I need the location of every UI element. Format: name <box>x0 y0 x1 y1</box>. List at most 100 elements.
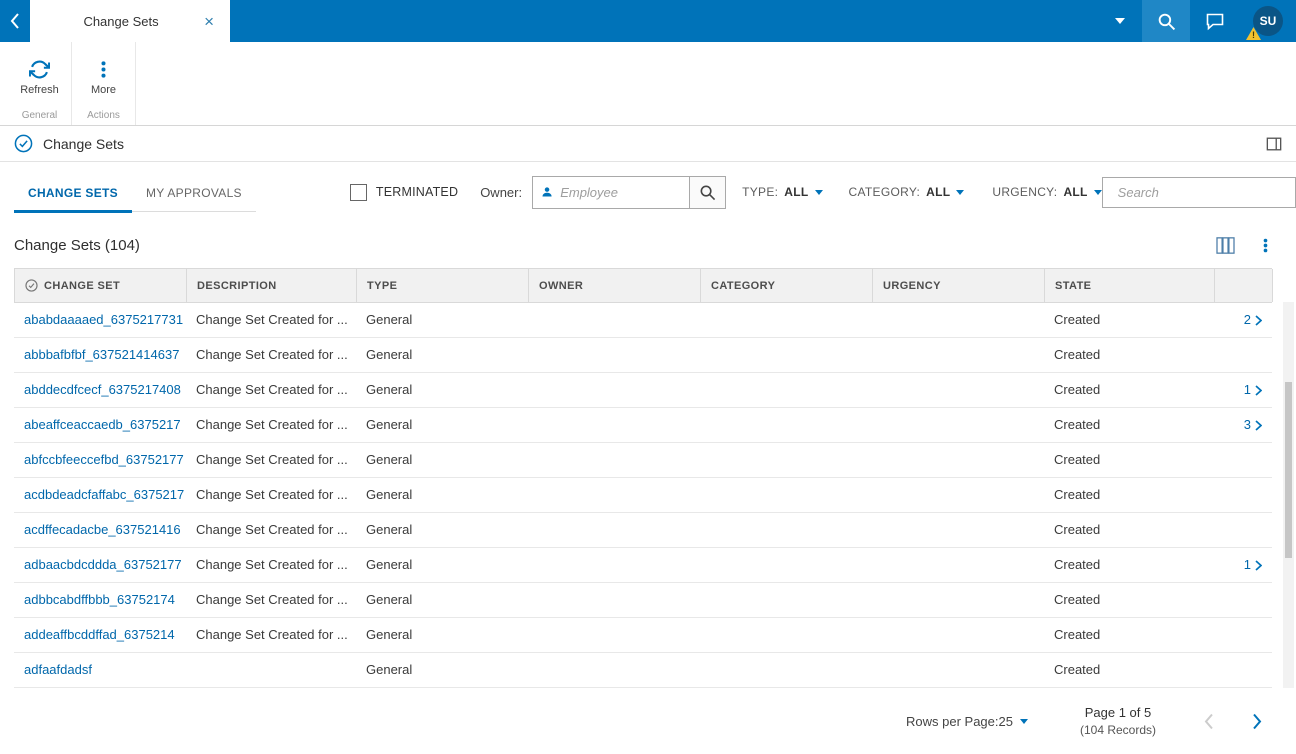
cell-description: Change Set Created for ... <box>196 522 348 537</box>
table-row[interactable]: abddecdfcecf_6375217408 Change Set Creat… <box>14 373 1272 408</box>
app-tab-change-sets[interactable]: Change Sets × <box>30 0 230 42</box>
cell-description: Change Set Created for ... <box>196 417 348 432</box>
cell-urgency <box>872 513 1044 547</box>
cell-type: General <box>366 347 413 362</box>
terminated-checkbox[interactable] <box>349 183 367 201</box>
cell-urgency <box>872 408 1044 442</box>
row-drilldown-link[interactable]: 3 <box>1214 408 1272 442</box>
tab-change-sets[interactable]: CHANGE SETS <box>14 178 132 213</box>
change-set-link[interactable]: abeaffceaccaedb_6375217 <box>14 408 186 442</box>
employee-search-button[interactable] <box>689 176 726 208</box>
row-drilldown-link[interactable]: 1 <box>1214 373 1272 407</box>
category-dropdown[interactable]: CATEGORY: ALL <box>849 185 965 199</box>
tab-my-approvals[interactable]: MY APPROVALS <box>132 178 256 211</box>
terminated-label: TERMINATED <box>375 185 459 199</box>
page-info: Page 1 of 5 (104 Records) <box>1080 705 1156 737</box>
category-label: CATEGORY: <box>848 185 921 199</box>
cell-category <box>700 653 872 687</box>
chevron-right-icon <box>1255 314 1262 326</box>
cell-category <box>700 373 872 407</box>
chat-icon <box>1206 13 1224 31</box>
back-button[interactable] <box>0 0 30 42</box>
column-header-change-set[interactable]: CHANGE SET <box>15 269 187 302</box>
cell-category <box>700 513 872 547</box>
rows-per-page-dropdown[interactable]: Rows per Page: 25 <box>906 714 1028 729</box>
table-row[interactable]: addeaffbcddffad_6375214 Change Set Creat… <box>14 618 1272 653</box>
type-dropdown[interactable]: TYPE: ALL <box>742 185 823 199</box>
cell-category <box>700 548 872 582</box>
change-set-link[interactable]: ababdaaaaed_6375217731 <box>14 303 186 337</box>
column-header-actions <box>1215 269 1273 302</box>
cell-state: Created <box>1054 557 1101 572</box>
search-input[interactable] <box>1117 184 1294 200</box>
change-set-link[interactable]: adbaacbdcddda_63752177 <box>14 548 186 582</box>
topbar-search-button[interactable] <box>1142 0 1190 42</box>
user-avatar[interactable]: SU <box>1253 6 1283 36</box>
expand-panel-button[interactable] <box>1266 136 1282 152</box>
cell-owner <box>528 443 700 477</box>
more-label: More <box>90 83 117 96</box>
kebab-icon <box>101 60 106 78</box>
table-row[interactable]: adfaafdadsf General Created <box>14 653 1272 688</box>
change-set-link[interactable]: abbbafbfbf_637521414637 <box>14 338 186 372</box>
table-row[interactable]: adbaacbdcddda_63752177 Change Set Create… <box>14 548 1272 583</box>
employee-input[interactable] <box>560 184 682 200</box>
column-header-state[interactable]: STATE <box>1045 269 1215 302</box>
cell-owner <box>528 303 700 337</box>
cell-description: Change Set Created for ... <box>196 347 348 362</box>
tab-close-icon[interactable]: × <box>200 11 218 32</box>
records-label: (104 Records) <box>1079 723 1156 737</box>
refresh-button[interactable]: Refresh <box>8 42 71 108</box>
previous-page-button[interactable] <box>1204 713 1214 730</box>
kebab-icon <box>1263 238 1268 252</box>
cell-category <box>700 303 872 337</box>
row-drilldown-link[interactable]: 1 <box>1214 548 1272 582</box>
cell-type: General <box>366 627 413 642</box>
column-header-category[interactable]: CATEGORY <box>701 269 873 302</box>
table-row[interactable]: acdbdeadcfaffabc_6375217 Change Set Crea… <box>14 478 1272 513</box>
list-menu-button[interactable] <box>1257 237 1274 254</box>
table-row[interactable]: abfccbfeeccefbd_63752177 Change Set Crea… <box>14 443 1272 478</box>
row-drilldown-link[interactable]: 2 <box>1214 303 1272 337</box>
change-set-link[interactable]: acdbdeadcfaffabc_6375217 <box>14 478 186 512</box>
change-set-link[interactable]: addeaffbcddffad_6375214 <box>14 618 186 652</box>
topbar-dropdown-button[interactable] <box>1098 0 1142 42</box>
more-button[interactable]: More <box>72 42 135 108</box>
table-row[interactable]: abeaffceaccaedb_6375217 Change Set Creat… <box>14 408 1272 443</box>
column-chooser-button[interactable] <box>1216 236 1235 254</box>
column-header-description[interactable]: DESCRIPTION <box>187 269 357 302</box>
urgency-dropdown[interactable]: URGENCY: ALL <box>992 185 1102 199</box>
list-search-box <box>1101 176 1296 208</box>
cell-type: General <box>366 417 413 432</box>
change-set-link[interactable]: acdffecadacbe_637521416 <box>14 513 186 547</box>
change-set-link[interactable]: abfccbfeeccefbd_63752177 <box>14 443 186 477</box>
column-header-type[interactable]: TYPE <box>357 269 529 302</box>
cell-owner <box>528 513 700 547</box>
scrollbar-thumb[interactable] <box>1285 382 1292 558</box>
change-set-link[interactable]: abddecdfcecf_6375217408 <box>14 373 186 407</box>
drilldown-count: 1 <box>1243 382 1251 397</box>
column-header-urgency[interactable]: URGENCY <box>873 269 1045 302</box>
cell-description: Change Set Created for ... <box>196 312 348 327</box>
search-icon <box>1158 13 1175 30</box>
table-row[interactable]: abbbafbfbf_637521414637 Change Set Creat… <box>14 338 1272 373</box>
cell-type: General <box>366 312 413 327</box>
urgency-value: ALL <box>1063 185 1088 199</box>
change-set-link[interactable]: adfaafdadsf <box>14 653 186 687</box>
terminated-filter[interactable]: TERMINATED <box>349 183 459 201</box>
next-page-button[interactable] <box>1252 713 1262 730</box>
cell-category <box>700 408 872 442</box>
cell-type: General <box>366 592 413 607</box>
chat-button[interactable] <box>1190 0 1240 42</box>
table-row[interactable]: adbbcabdffbbb_63752174 Change Set Create… <box>14 583 1272 618</box>
chevron-left-icon <box>10 13 19 29</box>
table-row[interactable]: ababdaaaaed_6375217731 Change Set Create… <box>14 303 1272 338</box>
cell-state: Created <box>1054 452 1101 467</box>
table-row[interactable]: acdffecadacbe_637521416 Change Set Creat… <box>14 513 1272 548</box>
column-header-owner[interactable]: OWNER <box>529 269 701 302</box>
section-header: Change Sets <box>0 126 1296 162</box>
filter-bar: CHANGE SETS MY APPROVALS TERMINATED Owne… <box>0 162 1296 222</box>
change-set-link[interactable]: adbbcabdffbbb_63752174 <box>14 583 186 617</box>
vertical-scrollbar[interactable] <box>1283 302 1294 688</box>
cell-urgency <box>872 478 1044 512</box>
